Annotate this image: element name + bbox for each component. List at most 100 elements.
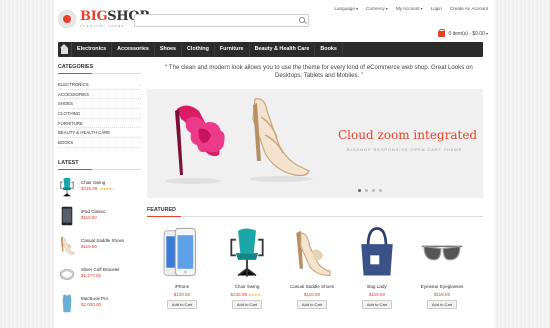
latest-product-name[interactable]: Silver Cuff Bracelet [81,267,119,272]
latest-product-price: $119.50 [81,214,97,220]
rating-stars: ★★★★☆ [100,186,114,191]
latest-product[interactable]: MacBook Pro $2,000.00 [58,292,141,321]
product-name[interactable]: iPhone [152,284,212,289]
category-label: BEAUTY & HEALTH CARE [58,130,111,136]
slide-title: Cloud zoom integrated [338,128,478,142]
create-account-link[interactable]: Create An Account [450,6,488,11]
login-link[interactable]: Login [431,6,442,11]
category-list: ELECTRONICS › ACCESSORIES SHOES › CLOTHING › FU… [58,80,141,148]
latest-product-name[interactable]: Chair Swing [81,180,114,185]
nav-item-beauty[interactable]: Beauty & Health Care [250,42,316,57]
nav-item-electronics[interactable]: Electronics [72,42,113,57]
latest-product-name[interactable]: iPad Classic [81,209,106,214]
slide-shoes-image [165,98,313,184]
product-price: $120.50 [173,292,191,297]
latest-product-price: $2,000.00 [81,301,102,307]
phone-image[interactable] [152,224,212,280]
theme-tagline: “ The clean and modern look allows you t… [165,64,473,79]
latest-product-name[interactable]: Casual Saddle Shoes [81,238,124,243]
add-to-cart-button[interactable]: Add to Cart [361,300,393,309]
add-to-cart-button[interactable]: Add to Cart [426,300,458,309]
latest-product-price: $1,177.00 [81,272,102,278]
image-slider[interactable]: Cloud zoom integrated BIGSHOP RESPONSIVE… [147,89,483,198]
my-account-dropdown[interactable]: My Account [396,6,423,11]
language-dropdown[interactable]: Language [334,6,358,11]
product-price: $235.99 ★★★★☆ [230,292,264,297]
sidebar: CATEGORIES ELECTRONICS › ACCESSORIES SHOES ›… [58,64,141,321]
chair-thumbnail[interactable] [58,176,76,198]
featured-product-card: Eyewear Eyeglasses $119.50 Add to Cart [412,224,472,309]
nav-item-books[interactable]: Books [315,42,343,57]
category-item[interactable]: CLOTHING › [58,109,141,119]
latest-product-price: $119.50 [81,243,97,249]
search-icon[interactable] [299,17,305,23]
shirt-thumbnail[interactable] [58,292,76,314]
add-to-cart-button[interactable]: Add to Cart [166,300,198,309]
categories-heading: CATEGORIES [58,64,141,74]
product-name[interactable]: Chair Swing [217,284,277,289]
currency-dropdown[interactable]: Currency [366,6,388,11]
product-name[interactable]: Eyewear Eyeglasses [412,284,472,289]
cart-label: 0 item(s) - $0.00 [448,31,488,37]
shoe-thumbnail[interactable] [58,234,76,256]
main-nav: Electronics Accessories Shoes Clothing F… [58,42,483,57]
bracelet-thumbnail[interactable] [58,263,76,285]
latest-heading: LATEST [58,160,141,170]
featured-heading: FEATURED [147,207,483,217]
category-item[interactable]: BEAUTY & HEALTH CARE [58,128,141,139]
category-label: ELECTRONICS [58,82,89,87]
latest-product[interactable]: iPad Classic $119.50 [58,205,141,234]
chair-image[interactable] [217,224,277,280]
page: BIGSHOP OPENCART THEME Language Currency… [54,0,494,328]
product-name[interactable]: Bag Lady [347,284,407,289]
product-price: $119.50 [368,292,386,297]
add-to-cart-button[interactable]: Add to Cart [296,300,328,309]
latest-list: Chair Swing $235.99 ★★★★☆ iPad Classic $119.… [58,176,141,321]
chevron-right-icon: › [139,111,141,117]
featured-product-card: Chair Swing $235.99 ★★★★☆ Add to Cart [217,224,277,309]
nav-item-shoes[interactable]: Shoes [155,42,183,57]
nav-item-accessories[interactable]: Accessories [112,42,155,57]
latest-product-price: $235.99 ★★★★☆ [81,185,114,191]
bag-image[interactable] [347,224,407,280]
product-price: $119.50 [433,292,451,297]
nav-item-furniture[interactable]: Furniture [215,42,250,57]
featured-product-card: iPhone $120.50 Add to Cart [152,224,212,309]
slider-dot[interactable] [358,189,361,192]
latest-product-name[interactable]: MacBook Pro [81,296,108,301]
top-links: Language Currency My Account Login Creat… [334,6,488,11]
cart-button[interactable]: 0 item(s) - $0.00 [438,29,488,37]
home-button[interactable] [58,42,72,57]
category-item[interactable]: BOOKS › [58,138,141,148]
category-item[interactable]: FURNITURE [58,119,141,129]
chevron-right-icon: › [139,82,141,87]
category-item[interactable]: SHOES › [58,99,141,110]
search-input[interactable] [135,15,295,26]
tablet-thumbnail[interactable] [58,205,76,227]
shoe-image[interactable] [282,224,342,280]
slider-pagination [358,189,382,192]
category-label: FURNITURE [58,120,83,126]
latest-product[interactable]: Casual Saddle Shoes $119.50 [58,234,141,263]
add-to-cart-button[interactable]: Add to Cart [231,300,263,309]
category-item[interactable]: ELECTRONICS › [58,80,141,90]
slider-dot[interactable] [365,189,368,192]
slider-dot[interactable] [372,189,375,192]
product-name[interactable]: Casual Saddle Shoes [282,284,342,289]
nav-item-clothing[interactable]: Clothing [182,42,215,57]
category-label: CLOTHING [58,111,81,117]
latest-product[interactable]: Silver Cuff Bracelet $1,177.00 [58,263,141,292]
slider-dot[interactable] [379,189,382,192]
category-label: ACCESSORIES [58,91,90,97]
category-item[interactable]: ACCESSORIES [58,90,141,100]
slide-subtitle: BIGSHOP RESPONSIVE OPEN CART THEME [347,147,463,152]
glasses-image[interactable] [412,224,472,280]
featured-product-card: Casual Saddle Shoes $119.50 Add to Cart [282,224,342,309]
home-icon [60,43,68,54]
search-box [134,14,309,27]
featured-product-card: Bag Lady $119.50 Add to Cart [347,224,407,309]
chevron-right-icon: › [139,140,141,146]
latest-product[interactable]: Chair Swing $235.99 ★★★★☆ [58,176,141,205]
product-price: $119.50 [303,292,321,297]
category-label: SHOES [58,101,74,107]
